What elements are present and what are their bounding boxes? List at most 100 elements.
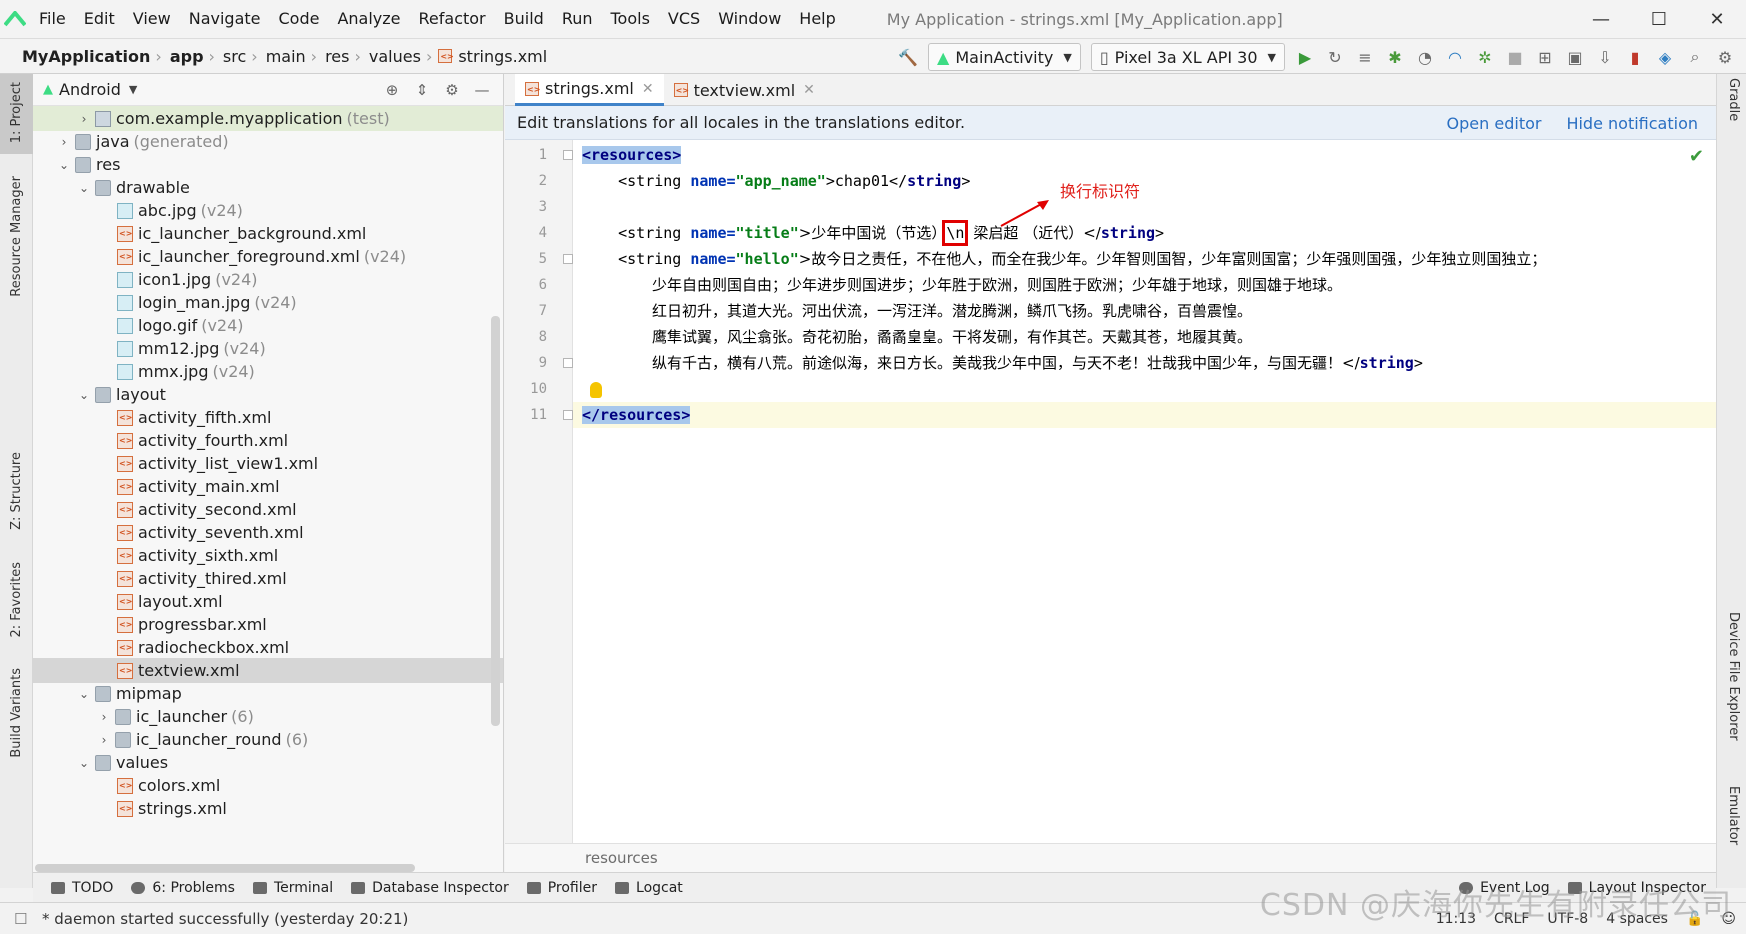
project-view-select[interactable]: Android <box>59 80 121 99</box>
hide-panel-icon[interactable]: — <box>467 81 497 99</box>
logcat-button[interactable]: Logcat <box>615 880 683 896</box>
menu-vcs[interactable]: VCS <box>659 0 709 38</box>
chevron-down-icon[interactable]: ⌄ <box>77 181 91 195</box>
tree-item-file-selected[interactable]: textview.xml <box>33 658 503 683</box>
menu-window[interactable]: Window <box>709 0 790 38</box>
chevron-right-icon[interactable]: › <box>57 135 71 149</box>
fold-icon[interactable] <box>563 150 573 160</box>
menu-run[interactable]: Run <box>553 0 602 38</box>
device-manager-icon[interactable]: ▮ <box>1620 42 1650 72</box>
tab-gradle[interactable]: Gradle <box>1717 78 1746 158</box>
tab-resource-manager[interactable]: Resource Manager <box>0 170 33 300</box>
breadcrumb-project[interactable]: MyApplication <box>0 47 153 66</box>
gear-icon[interactable]: ⚙ <box>437 81 467 99</box>
menu-navigate[interactable]: Navigate <box>180 0 270 38</box>
toggle-tool-windows-icon[interactable]: ☐ <box>14 910 27 928</box>
breadcrumb-main[interactable]: main <box>260 47 309 66</box>
chevron-down-icon[interactable]: ▼ <box>129 83 137 96</box>
tree-item-java-generated[interactable]: › java (generated) <box>33 129 503 154</box>
sync-project-icon[interactable]: ⊞ <box>1530 42 1560 72</box>
chevron-down-icon[interactable]: ⌄ <box>77 388 91 402</box>
fold-icon[interactable] <box>563 410 573 420</box>
chevron-down-icon[interactable]: ⌄ <box>77 687 91 701</box>
tab-project[interactable]: 1: Project <box>0 74 33 154</box>
minimize-icon[interactable]: — <box>1572 0 1630 38</box>
chevron-right-icon[interactable]: › <box>77 112 91 126</box>
collapse-all-icon[interactable]: ⇕ <box>407 81 437 99</box>
layout-inspector-icon[interactable]: ◈ <box>1650 42 1680 72</box>
attach-debugger-icon[interactable]: ✲ <box>1470 42 1500 72</box>
tree-item-res[interactable]: ⌄ res <box>33 152 503 177</box>
menu-view[interactable]: View <box>124 0 180 38</box>
menu-help[interactable]: Help <box>790 0 844 38</box>
breadcrumb-res[interactable]: res <box>319 47 352 66</box>
tree-item-file[interactable]: abc.jpg (v24) <box>33 198 503 223</box>
tree-item-drawable[interactable]: ⌄ drawable <box>33 175 503 200</box>
tree-item-layout[interactable]: ⌄ layout <box>33 382 503 407</box>
tree-item-file[interactable]: activity_thired.xml <box>33 566 503 591</box>
tree-item-ic-launcher-round[interactable]: › ic_launcher_round (6) <box>33 727 503 752</box>
tree-item-file[interactable]: colors.xml <box>33 773 503 798</box>
tree-item-file[interactable]: activity_seventh.xml <box>33 520 503 545</box>
menu-tools[interactable]: Tools <box>602 0 659 38</box>
hide-notification-link[interactable]: Hide notification <box>1566 114 1698 133</box>
tree-item-file[interactable]: radiocheckbox.xml <box>33 635 503 660</box>
horizontal-scrollbar[interactable] <box>35 864 415 872</box>
run-config-select[interactable]: ▲ MainActivity ▼ <box>928 43 1081 71</box>
terminal-button[interactable]: Terminal <box>252 880 333 896</box>
close-icon[interactable]: ✕ <box>1688 0 1746 38</box>
todo-button[interactable]: TODO <box>51 880 113 896</box>
close-tab-icon[interactable]: ✕ <box>803 82 815 98</box>
maximize-icon[interactable]: ☐ <box>1630 0 1688 38</box>
tree-item-file[interactable]: mmx.jpg (v24) <box>33 359 503 384</box>
tab-device-file-explorer[interactable]: Device File Explorer <box>1717 612 1746 772</box>
apply-changes-icon[interactable]: ↻ <box>1320 42 1350 72</box>
debug-icon[interactable]: ✱ <box>1380 42 1410 72</box>
tree-item-file[interactable]: progressbar.xml <box>33 612 503 637</box>
close-tab-icon[interactable]: ✕ <box>642 81 654 97</box>
tree-item-file[interactable]: login_man.jpg (v24) <box>33 290 503 315</box>
tree-item-mipmap[interactable]: ⌄ mipmap <box>33 681 503 706</box>
lightbulb-icon[interactable] <box>590 382 602 398</box>
apply-code-changes-icon[interactable]: ≡ <box>1350 42 1380 72</box>
chevron-right-icon[interactable]: › <box>97 733 111 747</box>
tree-item-file[interactable]: logo.gif (v24) <box>33 313 503 338</box>
tab-strings-xml[interactable]: strings.xml ✕ <box>515 74 664 106</box>
menu-code[interactable]: Code <box>270 0 329 38</box>
breadcrumb-file[interactable]: strings.xml <box>452 47 550 66</box>
tab-structure[interactable]: Z: Structure <box>0 452 33 548</box>
open-editor-link[interactable]: Open editor <box>1447 114 1542 133</box>
tree-item-file[interactable]: activity_list_view1.xml <box>33 451 503 476</box>
tab-favorites[interactable]: 2: Favorites <box>0 562 33 652</box>
breadcrumb-values[interactable]: values <box>363 47 424 66</box>
hammer-build-icon[interactable]: 🔨 <box>893 42 923 72</box>
tree-item-file[interactable]: icon1.jpg (v24) <box>33 267 503 292</box>
sdk-manager-icon[interactable]: ⇩ <box>1590 42 1620 72</box>
menu-file[interactable]: File <box>30 0 75 38</box>
tab-emulator[interactable]: Emulator <box>1717 786 1746 866</box>
chevron-down-icon[interactable]: ⌄ <box>57 158 71 172</box>
chevron-down-icon[interactable]: ⌄ <box>77 756 91 770</box>
profile-icon[interactable]: ◠ <box>1440 42 1470 72</box>
editor-breadcrumb-item[interactable]: resources <box>585 849 658 867</box>
problems-button[interactable]: 6: Problems <box>131 880 235 896</box>
search-icon[interactable]: ⌕ <box>1680 42 1710 72</box>
menu-refactor[interactable]: Refactor <box>410 0 495 38</box>
avd-manager-icon[interactable]: ▣ <box>1560 42 1590 72</box>
tab-textview-xml[interactable]: textview.xml ✕ <box>664 74 825 106</box>
coverage-icon[interactable]: ◔ <box>1410 42 1440 72</box>
tab-build-variants[interactable]: Build Variants <box>0 668 33 778</box>
vertical-scrollbar[interactable] <box>491 316 500 726</box>
menu-edit[interactable]: Edit <box>75 0 124 38</box>
status-message[interactable]: * daemon started successfully (yesterday… <box>42 910 408 928</box>
fold-icon[interactable] <box>563 358 573 368</box>
tree-item-file[interactable]: layout.xml <box>33 589 503 614</box>
breadcrumb-module[interactable]: app <box>164 47 207 66</box>
breadcrumb-src[interactable]: src <box>217 47 249 66</box>
tree-item-file[interactable]: activity_second.xml <box>33 497 503 522</box>
menu-analyze[interactable]: Analyze <box>328 0 409 38</box>
run-icon[interactable]: ▶ <box>1290 42 1320 72</box>
stop-icon[interactable]: ■ <box>1500 42 1530 72</box>
tree-item-ic-launcher[interactable]: › ic_launcher (6) <box>33 704 503 729</box>
tree-item-file[interactable]: activity_fifth.xml <box>33 405 503 430</box>
